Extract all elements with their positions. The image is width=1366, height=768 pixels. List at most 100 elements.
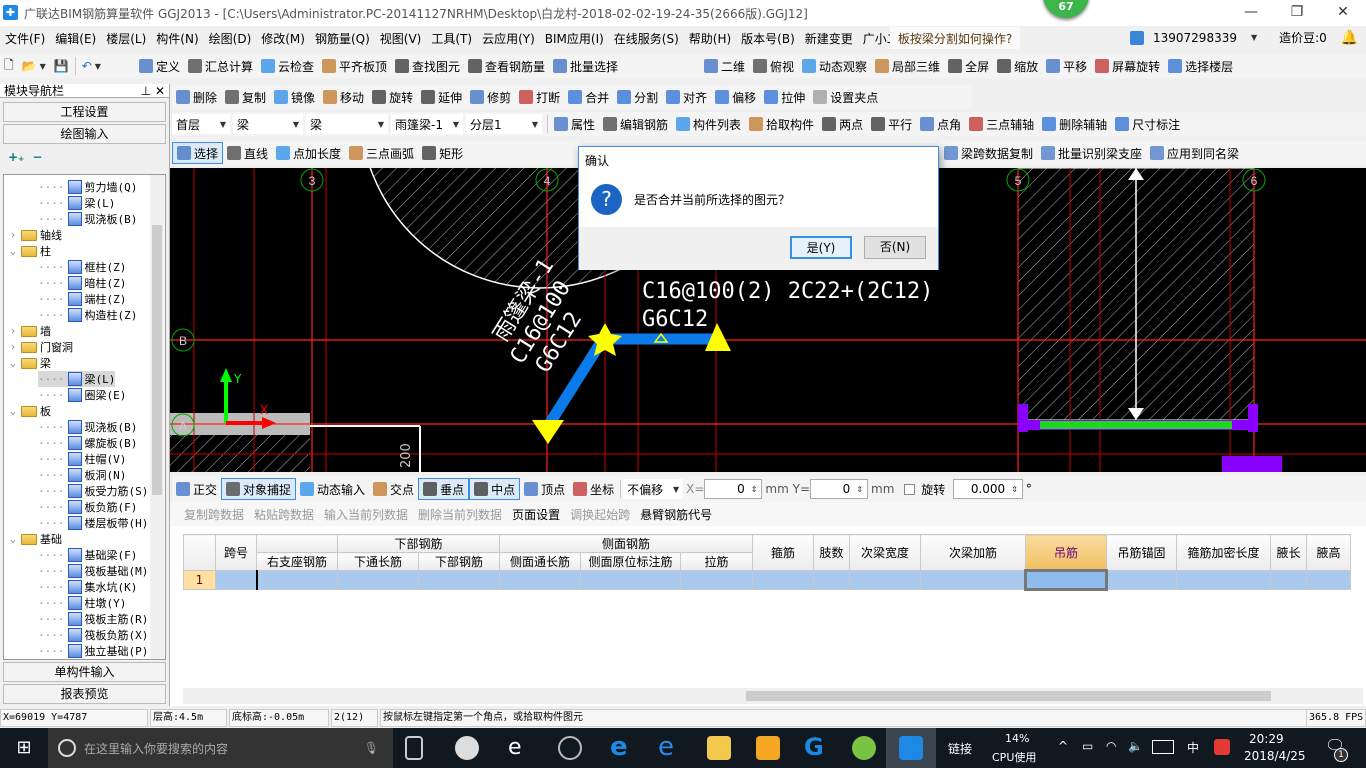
menu-item-3[interactable]: 构件(N) [151,30,203,47]
toolbar4-7-button[interactable]: 应用到同名梁 [1146,142,1243,164]
toolbar3-6-button[interactable]: 点角 [916,113,965,135]
collapse-all-icon[interactable]: − [32,150,42,164]
toolbar1-3-button[interactable]: 平齐板顶 [318,55,391,77]
ggj-app-icon[interactable] [899,736,923,760]
toolbar2-1-button[interactable]: 复制 [221,86,270,108]
tree-item[interactable]: ···· 板受力筋(S) [38,483,148,499]
notes-app-icon[interactable] [756,736,780,760]
menu-item-11[interactable]: 在线服务(S) [609,30,684,47]
table-row[interactable]: 1 [183,569,1351,591]
pin-icon[interactable]: ⊥ [141,84,151,98]
menu-item-2[interactable]: 楼层(L) [101,30,151,47]
horizontal-scrollbar[interactable] [183,688,1363,704]
toolbar1_right-7-button[interactable]: 屏幕旋转 [1091,55,1164,77]
tree-item[interactable]: ···· 基础梁(F) [38,547,137,563]
col-side-through[interactable]: 侧面通长筋 [499,552,581,571]
tree-item[interactable]: ···· 梁(L) [38,195,115,211]
menu-item-8[interactable]: 工具(T) [426,30,477,47]
toolbar4-1-button[interactable]: 直线 [223,142,272,164]
col-hanger[interactable]: 吊筋 [1025,534,1107,571]
fan-app-icon[interactable] [455,736,479,760]
col-haunch-height[interactable]: 腋高 [1306,534,1351,571]
toolbar2-6-button[interactable]: 修剪 [466,86,515,108]
selector-4[interactable]: 分层1 ▼ [466,114,542,134]
tree-item[interactable]: ···· 暗柱(Z) [38,275,126,291]
toolbar1_right-3-button[interactable]: 局部三维 [871,55,944,77]
sogou-icon[interactable] [1214,739,1230,755]
tree-item[interactable]: ···· 螺旋板(B) [38,435,137,451]
toolbar2-8-button[interactable]: 合并 [564,86,613,108]
menu-item-0[interactable]: 文件(F) [0,30,50,47]
minimize-button[interactable]: — [1228,0,1274,26]
toolbar2-2-button[interactable]: 镜像 [270,86,319,108]
ie-icon[interactable]: e [658,734,682,760]
col-tie[interactable]: 拉筋 [680,552,753,571]
report-preview-button[interactable]: 报表预览 [3,684,166,704]
snap-items-6-button[interactable]: 顶点 [520,478,569,500]
col-legs[interactable]: 肢数 [813,534,850,571]
snap-items-2-button[interactable]: 动态输入 [296,478,369,500]
x-input[interactable]: 0 ⇕ [704,479,763,499]
col-side-in-situ[interactable]: 侧面原位标注筋 [580,552,681,571]
chevron-down-icon[interactable]: ⌄ [8,358,18,369]
toolbar1_right-6-button[interactable]: 平移 [1042,55,1091,77]
help-question-link[interactable]: 板按梁分割如何操作? [890,27,1020,49]
chevron-right-icon[interactable]: › [8,326,18,337]
snap-items-1-button[interactable]: 对象捕捉 [221,478,297,500]
toolbar2-4-button[interactable]: 旋转 [368,86,417,108]
snap-items-4-button[interactable]: 垂点 [418,478,470,500]
toolbar1_right-8-button[interactable]: 选择楼层 [1164,55,1237,77]
battery-icon[interactable]: ▭ [1082,739,1093,753]
toolbar3-2-button[interactable]: 构件列表 [672,113,745,135]
col-dense-length[interactable]: 箍筋加密长度 [1176,534,1271,571]
menu-item-13[interactable]: 版本号(B) [736,30,800,47]
menu-item-14[interactable]: 新建变更 [800,30,858,47]
tree-item[interactable]: ···· 现浇板(B) [38,419,137,435]
tree-folder[interactable]: ⌄ 板 [8,403,51,419]
grid-tool-0[interactable]: 复制跨数据 [184,506,244,523]
rotate-checkbox[interactable] [904,483,916,495]
menu-item-1[interactable]: 编辑(E) [50,30,101,47]
grid-tool-5[interactable]: 调换起始跨 [570,506,630,523]
toolbar4-0-button[interactable]: 选择 [172,142,224,164]
project-settings-button[interactable]: 工程设置 [3,102,166,122]
start-button[interactable]: ⊞ [0,728,48,768]
toolbar2-10-button[interactable]: 对齐 [662,86,711,108]
col-secondary-width[interactable]: 次梁宽度 [849,534,921,571]
bell-icon[interactable]: 🔔 [1336,30,1363,46]
tree-item[interactable]: ···· 筏板负筋(X) [38,627,148,643]
swirl-app-icon[interactable] [558,736,582,760]
toolbar3-1-button[interactable]: 编辑钢筋 [599,113,672,135]
clock-date[interactable]: 2018/4/25 [1244,749,1306,763]
toolbar2-11-button[interactable]: 偏移 [711,86,760,108]
toolbar3-9-button[interactable]: 尺寸标注 [1111,113,1184,135]
wifi-icon[interactable]: ◠ [1106,739,1116,753]
toolbar3-0-button[interactable]: 属性 [550,113,599,135]
volume-icon[interactable]: 🔈 [1128,739,1143,753]
toolbar4-3-button[interactable]: 三点画弧 [345,142,418,164]
account-phone[interactable]: 13907298339 [1148,31,1242,45]
snap-items-7-button[interactable]: 坐标 [569,478,618,500]
file-explorer-icon[interactable] [707,736,731,760]
toolbar1-6-button[interactable]: 批量选择 [549,55,622,77]
tree-folder[interactable]: › 墙 [8,323,51,339]
microphone-icon[interactable]: 🎙 [364,741,379,755]
toolbar3-8-button[interactable]: 删除辅轴 [1038,113,1111,135]
toolbar1-5-button[interactable]: 查看钢筋量 [464,55,549,77]
undo-icon[interactable]: ↶ ▼ [78,55,105,77]
tree-item[interactable]: ···· 板负筋(F) [38,499,137,515]
tree-folder[interactable]: ⌄ 基础 [8,531,62,547]
expand-all-icon[interactable]: +₊ [8,150,24,164]
single-input-button[interactable]: 单构件输入 [3,662,166,682]
toolbar1_right-5-button[interactable]: 缩放 [993,55,1042,77]
toolbar1-0-button[interactable]: 定义 [135,55,184,77]
tree-item[interactable]: ···· 框柱(Z) [38,259,126,275]
toolbar2-5-button[interactable]: 延伸 [417,86,466,108]
yes-button[interactable]: 是(Y) [790,236,852,259]
toolbar4-4-button[interactable]: 矩形 [418,142,467,164]
tree-item[interactable]: ···· 构造柱(Z) [38,307,137,323]
selector-2[interactable]: 梁 ▼ [306,114,388,134]
grid-tool-2[interactable]: 输入当前列数据 [324,506,408,523]
open-folder-icon[interactable]: 📂 ▼ [18,55,50,77]
tree-item[interactable]: ···· 柱墩(Y) [38,595,126,611]
